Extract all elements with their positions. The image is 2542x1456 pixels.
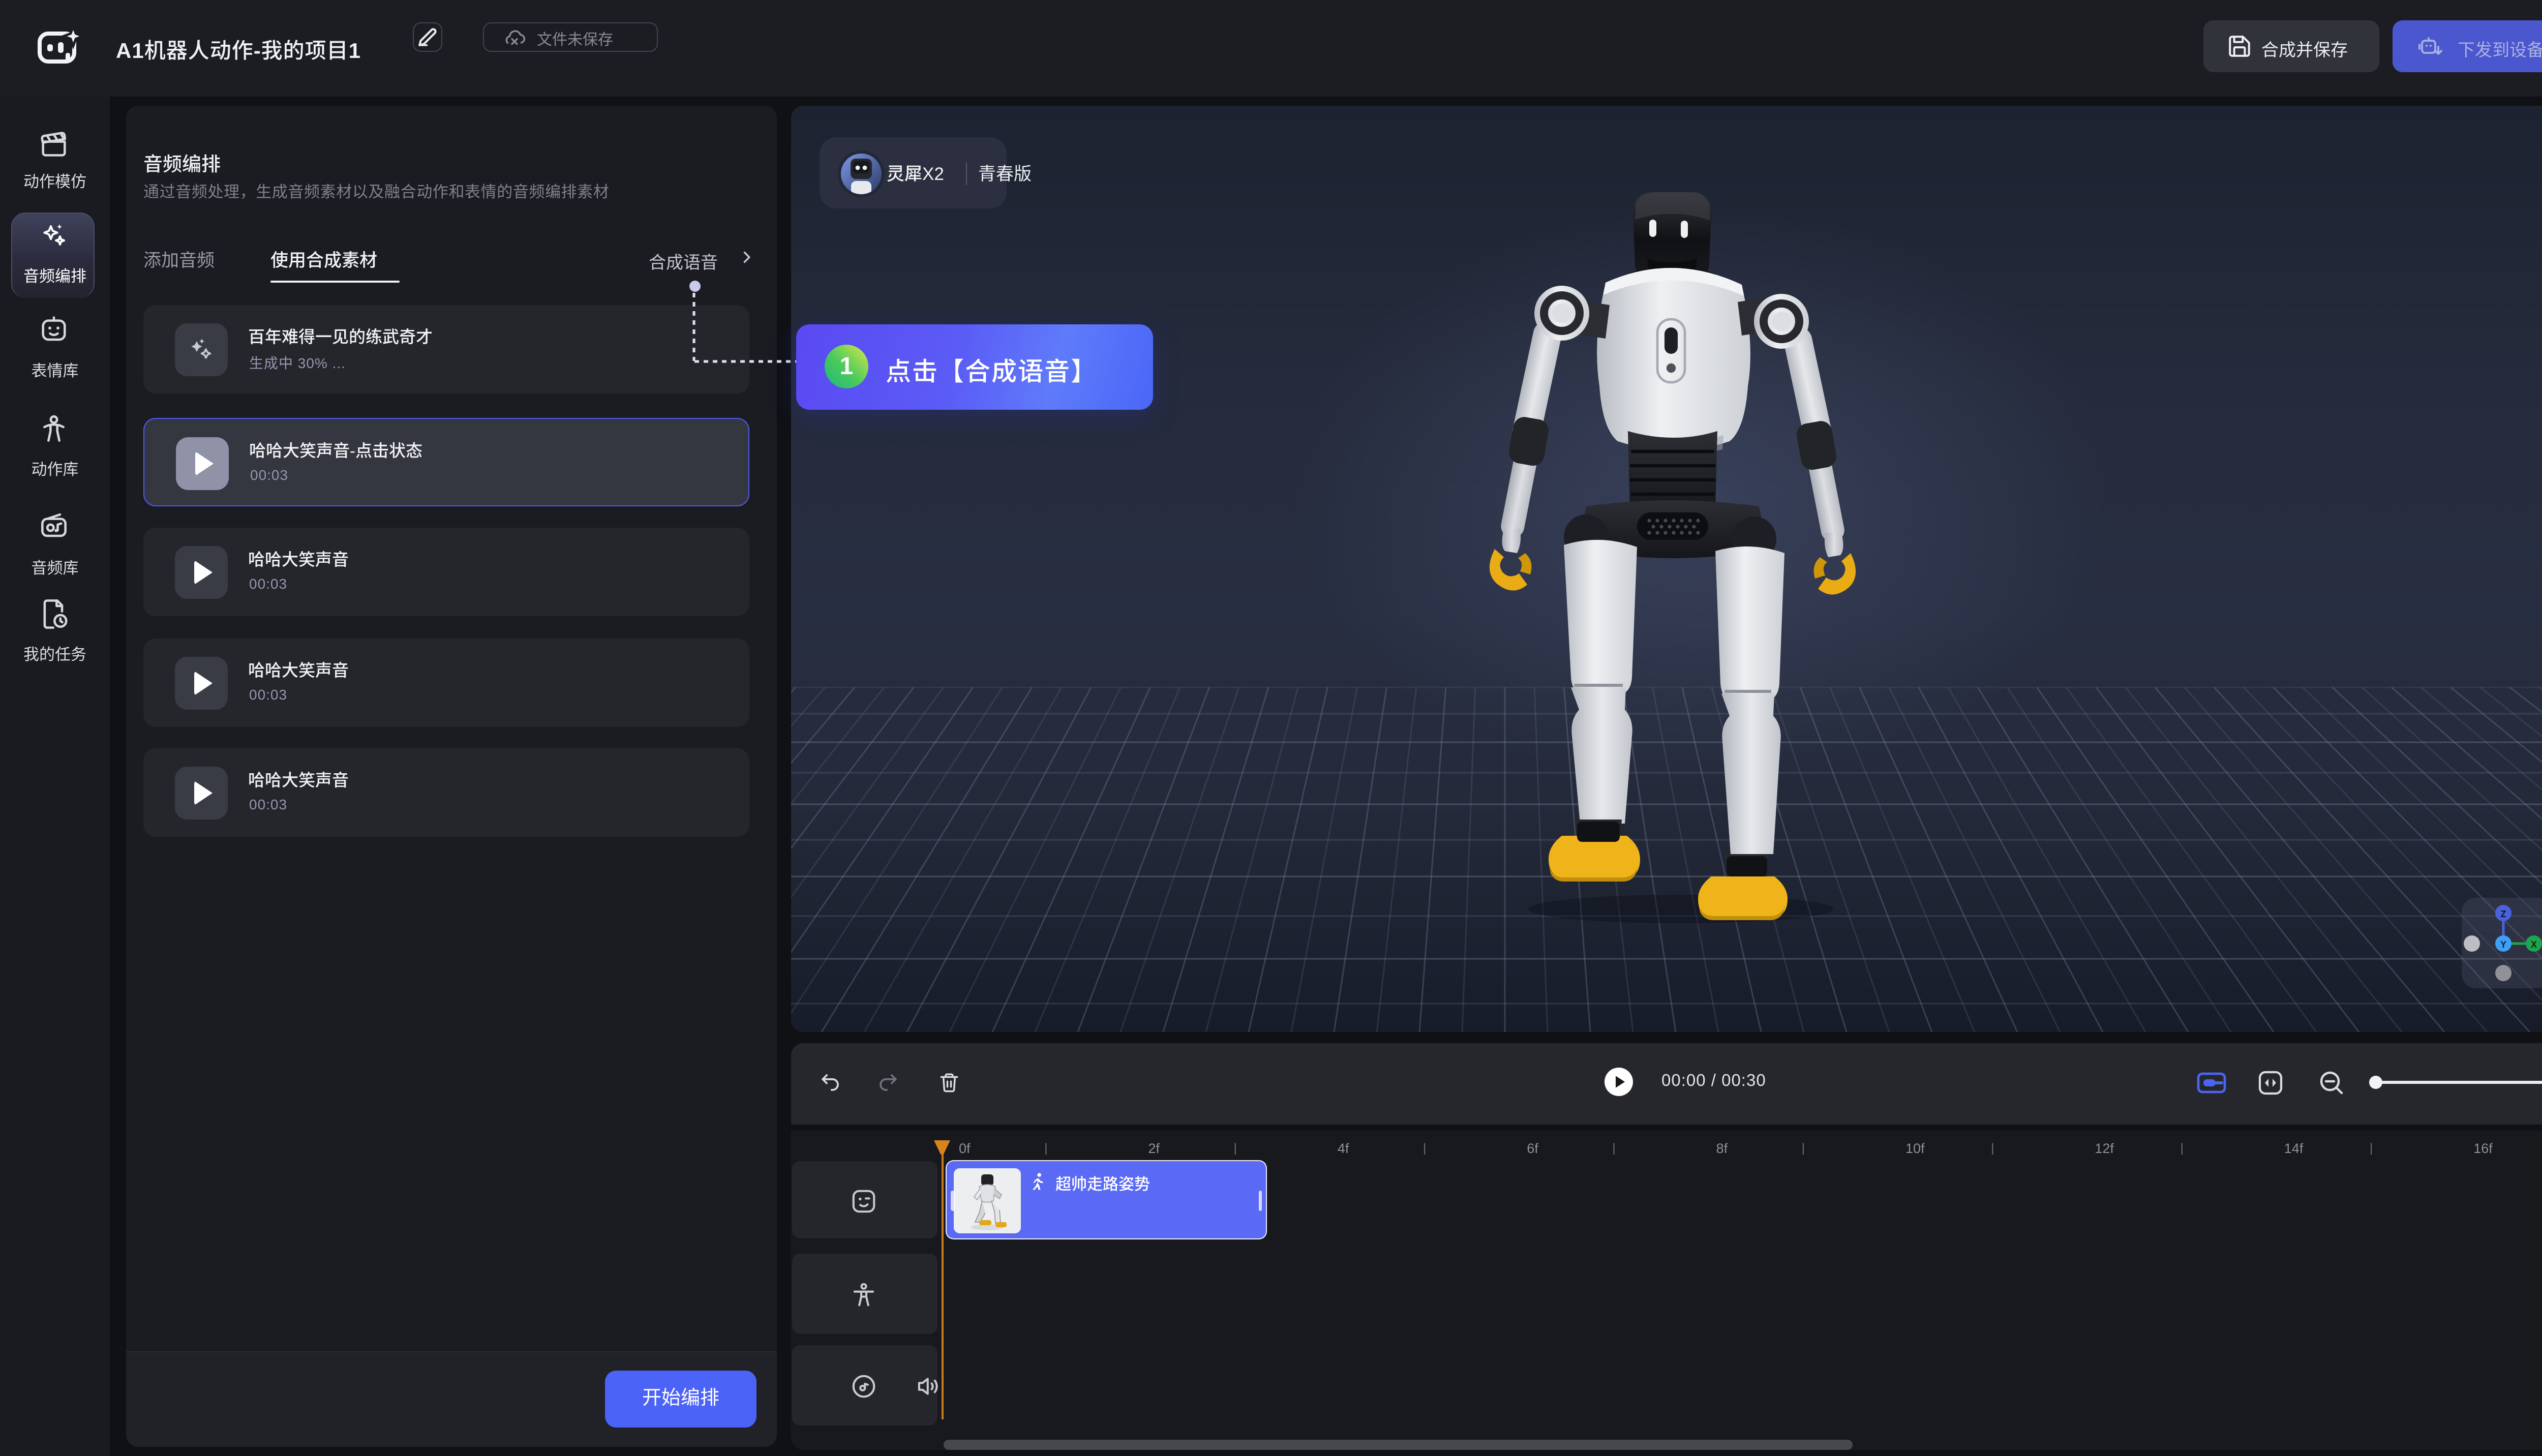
svg-text:X: X [2531,939,2537,950]
svg-text:Z: Z [2501,909,2506,919]
svg-text:Y: Y [2500,939,2506,950]
